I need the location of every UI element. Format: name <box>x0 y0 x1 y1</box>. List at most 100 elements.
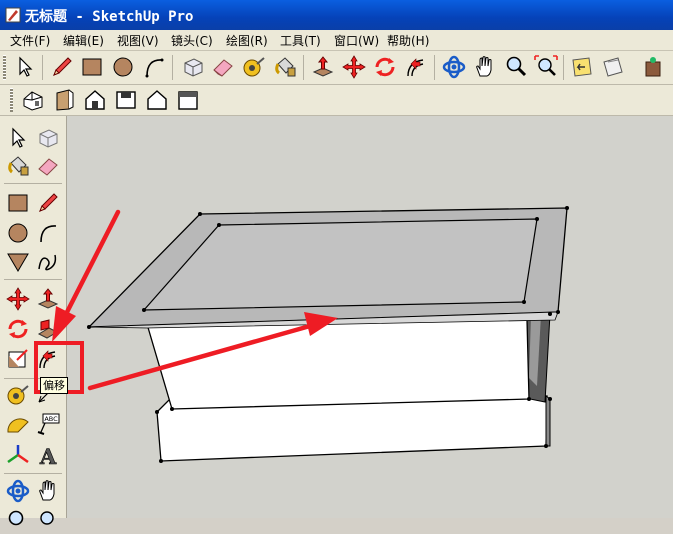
move-tool-button[interactable] <box>341 54 367 80</box>
arc-tool-button[interactable] <box>141 54 167 80</box>
select-icon <box>19 56 33 77</box>
zoom-icon <box>8 510 24 526</box>
box-front-face <box>146 319 530 410</box>
circle-tool-button[interactable] <box>110 54 136 80</box>
pan-tool-button[interactable] <box>472 54 498 80</box>
zoom-icon <box>506 56 527 77</box>
left-view-icon <box>178 91 198 110</box>
base-slab-side <box>545 395 551 447</box>
front-view-button[interactable] <box>82 87 108 113</box>
offset-tool-button[interactable] <box>403 54 429 80</box>
left-component-button[interactable] <box>35 125 61 151</box>
menu-camera[interactable]: 镜头(C) <box>171 32 213 49</box>
rectangle-icon <box>8 194 28 212</box>
follow-me-icon <box>37 319 59 339</box>
left-orbit-button[interactable] <box>5 478 31 504</box>
back-view-button[interactable] <box>144 87 170 113</box>
left-zoom-window-button[interactable] <box>35 508 61 534</box>
components-icon <box>645 57 661 77</box>
toolbar-grip[interactable] <box>3 55 6 80</box>
menu-draw[interactable]: 绘图(R) <box>226 32 268 49</box>
eraser-icon <box>213 59 233 77</box>
left-pencil-button[interactable] <box>35 190 61 216</box>
scale-icon <box>8 349 28 368</box>
views-toolbar <box>0 85 673 116</box>
pan-icon <box>39 480 55 501</box>
circle-icon <box>8 223 28 243</box>
menu-help[interactable]: 帮助(H) <box>387 32 429 49</box>
back-view-icon <box>147 90 167 110</box>
protractor-icon <box>7 418 29 433</box>
arc-icon <box>145 58 164 78</box>
orbit-icon <box>6 479 30 503</box>
left-scale-button[interactable] <box>5 346 31 372</box>
component-icon <box>184 58 203 77</box>
iso-view-button[interactable] <box>20 87 46 113</box>
left-polygon-button[interactable] <box>5 249 31 275</box>
menu-edit[interactable]: 编辑(E) <box>63 32 104 49</box>
left-push-pull-button[interactable] <box>35 286 61 312</box>
left-pan-button[interactable] <box>35 478 61 504</box>
left-rectangle-button[interactable] <box>5 190 31 216</box>
components-button[interactable] <box>640 54 666 80</box>
left-3d-text-button[interactable]: A <box>35 442 61 468</box>
left-protractor-button[interactable] <box>5 412 31 438</box>
zoom-tool-button[interactable] <box>503 54 529 80</box>
menu-window[interactable]: 窗口(W) <box>334 32 379 49</box>
move-icon <box>342 55 366 79</box>
rectangle-icon <box>82 58 102 76</box>
text-label-icon: ABC <box>37 413 60 435</box>
rectangle-tool-button[interactable] <box>79 54 105 80</box>
views-toolbar-grip[interactable] <box>10 88 13 112</box>
top-view-button[interactable] <box>113 87 139 113</box>
make-component-button[interactable] <box>180 54 206 80</box>
left-eraser-button[interactable] <box>35 153 61 179</box>
left-move-button[interactable] <box>5 286 31 312</box>
circle-icon <box>113 57 133 77</box>
pencil-tool-button[interactable] <box>49 54 75 80</box>
menu-tools[interactable]: 工具(T) <box>280 32 321 49</box>
paint-bucket-button[interactable] <box>272 54 298 80</box>
menu-view[interactable]: 视图(V) <box>117 32 159 49</box>
left-tape-measure-button[interactable] <box>5 382 31 408</box>
left-circle-button[interactable] <box>5 220 31 246</box>
eraser-tool-button[interactable] <box>210 54 236 80</box>
left-freehand-button[interactable] <box>35 249 61 275</box>
previous-view-button[interactable] <box>569 54 595 80</box>
menu-file[interactable]: 文件(F) <box>10 32 50 49</box>
eraser-icon <box>38 158 58 176</box>
left-text-button[interactable]: ABC <box>35 412 61 438</box>
previous-view-icon <box>572 57 592 77</box>
iso-view-icon <box>23 91 43 111</box>
arc-icon <box>40 225 57 243</box>
select-tool-button[interactable] <box>12 54 38 80</box>
3d-text-icon: A <box>39 444 58 468</box>
axes-icon <box>7 445 29 464</box>
next-view-button[interactable] <box>600 54 626 80</box>
paint-bucket-icon <box>8 156 29 176</box>
left-arc-button[interactable] <box>35 220 61 246</box>
left-zoom-button[interactable] <box>5 508 31 534</box>
zoom-extents-button[interactable] <box>533 54 559 80</box>
tape-measure-button[interactable] <box>241 54 267 80</box>
right-view-button[interactable] <box>51 87 77 113</box>
left-view-button[interactable] <box>175 87 201 113</box>
rotate-icon <box>8 319 28 339</box>
tape-measure-icon <box>243 57 265 77</box>
move-icon <box>6 287 30 311</box>
offset-icon <box>407 58 424 77</box>
drawing-canvas[interactable] <box>67 116 673 518</box>
left-axes-button[interactable] <box>5 442 31 468</box>
zoom-window-icon <box>40 511 54 525</box>
menu-bar: 文件(F) 编辑(E) 视图(V) 镜头(C) 绘图(R) 工具(T) 窗口(W… <box>0 30 673 51</box>
rotate-tool-button[interactable] <box>372 54 398 80</box>
left-rotate-button[interactable] <box>5 316 31 342</box>
push-pull-button[interactable] <box>310 54 336 80</box>
left-follow-me-button[interactable] <box>35 316 61 342</box>
left-select-button[interactable] <box>5 125 31 151</box>
left-paint-bucket-button[interactable] <box>5 153 31 179</box>
orbit-tool-button[interactable] <box>441 54 467 80</box>
offset-tooltip: 偏移 <box>40 377 68 394</box>
select-icon <box>12 127 26 148</box>
zoom-extents-icon <box>534 55 558 76</box>
